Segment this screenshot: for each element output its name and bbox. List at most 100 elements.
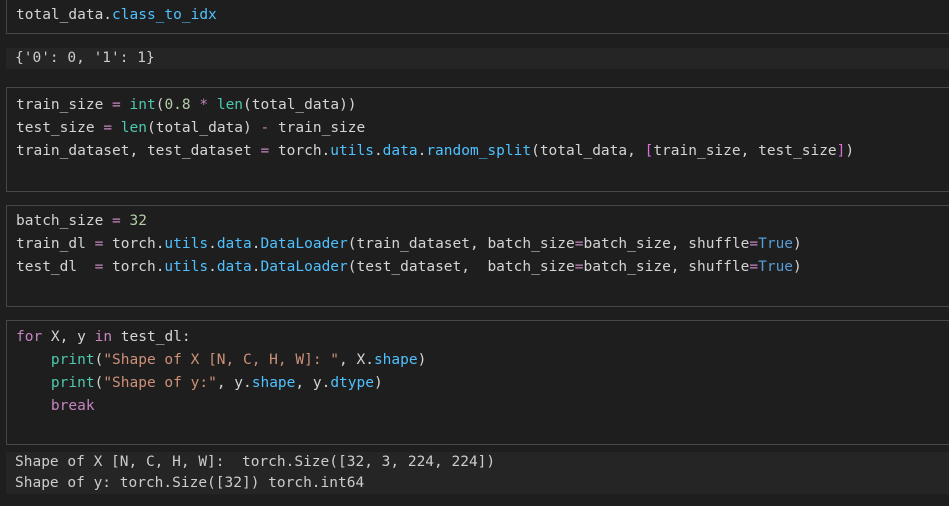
code-token: data <box>216 259 252 275</box>
code-token: , y. <box>216 375 252 391</box>
code-cell-3[interactable]: batch_size = 32 train_dl = torch.utils.da… <box>6 205 949 307</box>
code-token: train_size <box>16 97 113 113</box>
code-token: utils <box>164 259 209 275</box>
code-line: print("Shape of y:", y.shape, y.dtype) <box>16 372 426 395</box>
code-token: train_dl <box>16 236 95 252</box>
code-token: = <box>749 259 759 275</box>
code-token: train_size <box>269 120 366 136</box>
code-token: print <box>50 352 95 368</box>
code-token: "Shape of y:" <box>103 375 217 391</box>
code-token: test_dl: <box>112 329 191 345</box>
code-token: = <box>749 236 759 252</box>
code-token: batch_size <box>16 213 113 229</box>
code-cell-2-source[interactable]: train_size = int(0.8 * len(total_data)) t… <box>16 94 854 163</box>
code-token: in <box>94 329 113 345</box>
code-token: ) <box>373 375 383 391</box>
code-token: = <box>94 259 104 275</box>
code-token: test_size <box>16 120 104 136</box>
code-token: DataLoader <box>260 236 348 252</box>
code-token: = <box>112 97 121 113</box>
code-token: X, y <box>42 329 95 345</box>
code-token: (total_data)) <box>243 97 357 113</box>
code-token: utils <box>164 236 209 252</box>
code-token: shape <box>373 352 418 368</box>
code-cell-4[interactable]: for X, y in test_dl: print("Shape of X [… <box>6 320 949 445</box>
code-token: = <box>94 236 104 252</box>
code-line: train_dl = torch.utils.data.DataLoader(t… <box>16 233 802 256</box>
code-token: True <box>758 236 794 252</box>
code-token: "Shape of X [N, C, H, W]: " <box>103 352 340 368</box>
code-token: = <box>260 143 270 159</box>
output-line: Shape of X [N, C, H, W]: torch.Size([32,… <box>15 454 496 470</box>
code-token: (test_dataset, batch_size <box>347 259 575 275</box>
code-token: ( <box>94 352 104 368</box>
code-token: . <box>373 143 383 159</box>
code-token: (total_data, <box>531 143 645 159</box>
code-cell-3-source[interactable]: batch_size = 32 train_dl = torch.utils.da… <box>16 210 802 279</box>
code-token: = <box>112 213 121 229</box>
code-token: class_to_idx <box>112 7 217 23</box>
code-line: train_dataset, test_dataset = torch.util… <box>16 140 854 163</box>
code-cell-4-source[interactable]: for X, y in test_dl: print("Shape of X [… <box>16 326 426 418</box>
code-token: . <box>208 259 217 275</box>
output-cell-1: {'0': 0, '1': 1} <box>6 48 949 69</box>
code-token: (total_data) <box>146 120 261 136</box>
code-token: print <box>50 375 95 391</box>
code-line: for X, y in test_dl: <box>16 326 426 349</box>
code-token: len <box>216 97 244 113</box>
code-token: int <box>129 97 156 113</box>
code-token: 0.8 <box>164 97 191 113</box>
code-token: for <box>16 329 43 345</box>
code-token: torch. <box>103 259 165 275</box>
code-line: print("Shape of X [N, C, H, W]: ", X.sha… <box>16 349 426 372</box>
output-line: Shape of y: torch.Size([32]) torch.int64 <box>15 475 365 491</box>
code-token: DataLoader <box>260 259 348 275</box>
code-line: test_size = len(total_data) - train_size <box>16 117 854 140</box>
code-token: = <box>103 120 113 136</box>
code-token: batch_size, shuffle <box>583 236 750 252</box>
code-token: , y. <box>295 375 331 391</box>
code-token: , X. <box>339 352 374 368</box>
code-line: batch_size = 32 <box>16 210 802 233</box>
code-cell-1-source[interactable]: total_data.class_to_idx <box>16 4 217 27</box>
code-token: ( <box>94 375 104 391</box>
code-token: = <box>574 236 584 252</box>
code-token: ) <box>845 143 855 159</box>
code-token: ) <box>417 352 427 368</box>
code-token: shape <box>251 375 296 391</box>
code-cell-2[interactable]: train_size = int(0.8 * len(total_data)) t… <box>6 87 949 192</box>
code-token: train_size, test_size <box>653 143 837 159</box>
code-token: - <box>260 120 270 136</box>
code-line: test_dl = torch.utils.data.DataLoader(te… <box>16 256 802 279</box>
code-token: . <box>208 236 217 252</box>
code-token: dtype <box>330 375 374 391</box>
code-token: * <box>199 97 209 113</box>
code-token: train_dataset, test_dataset <box>16 143 261 159</box>
code-token: random_split <box>426 143 532 159</box>
code-token: torch. <box>103 236 165 252</box>
output-cell-4-text: Shape of X [N, C, H, W]: torch.Size([32,… <box>15 452 495 494</box>
code-token: break <box>50 398 95 414</box>
code-token: test_dl <box>16 259 95 275</box>
code-token: ) <box>793 259 802 275</box>
code-line: break <box>16 395 426 418</box>
code-token: torch. <box>269 143 331 159</box>
code-token: utils <box>330 143 374 159</box>
code-cell-1[interactable]: total_data.class_to_idx <box>6 0 949 34</box>
code-token: batch_size, shuffle <box>583 259 750 275</box>
code-token: True <box>758 259 794 275</box>
code-line: train_size = int(0.8 * len(total_data)) <box>16 94 854 117</box>
code-token: data <box>382 143 418 159</box>
code-token: total_data. <box>16 7 113 23</box>
code-token: = <box>574 259 584 275</box>
output-cell-1-text: {'0': 0, '1': 1} <box>15 48 155 69</box>
code-token: 32 <box>129 213 147 229</box>
code-token: (train_dataset, batch_size <box>347 236 575 252</box>
